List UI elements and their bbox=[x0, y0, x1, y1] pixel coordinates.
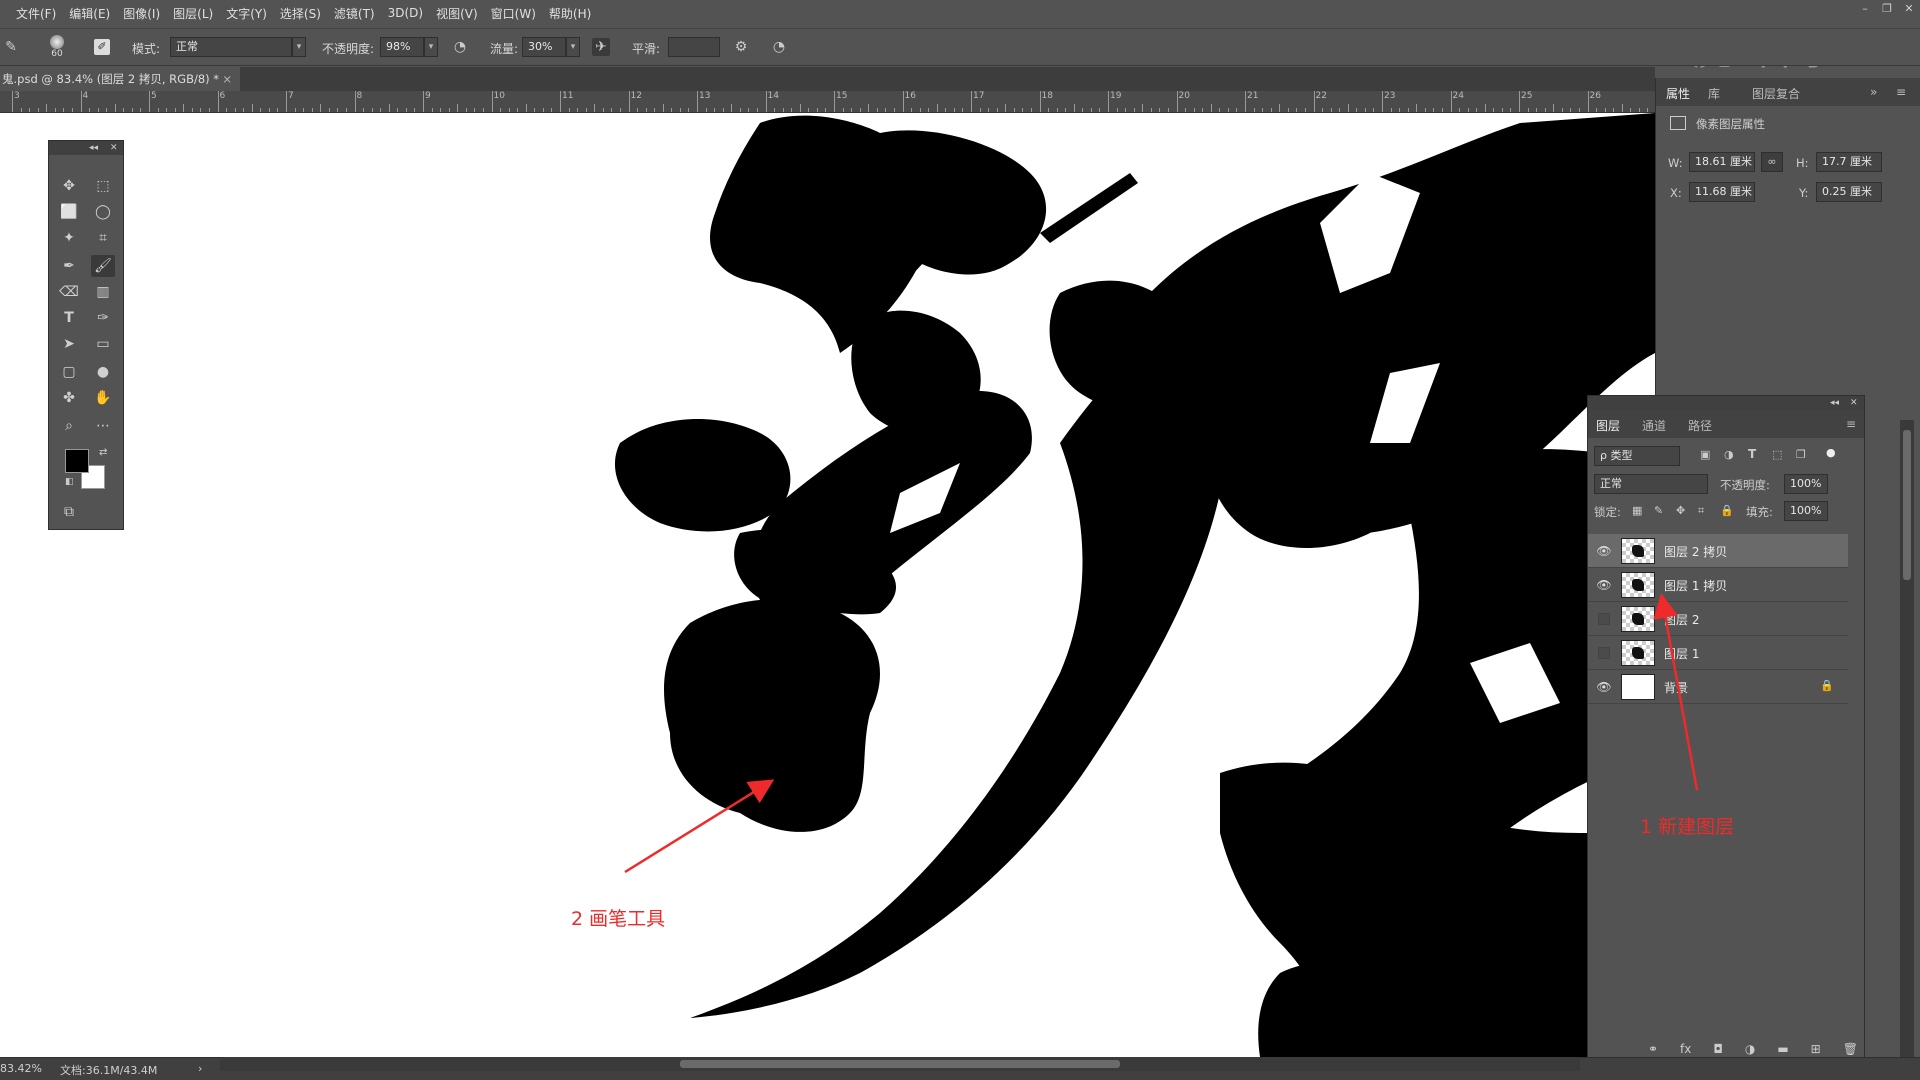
arrow-to-canvas bbox=[624, 779, 775, 874]
annotation-arrows bbox=[624, 593, 1699, 874]
arrow-to-layers bbox=[1653, 593, 1699, 791]
annotation-new-layer: 1 新建图层 bbox=[1640, 816, 1735, 838]
foreground-color-swatch[interactable] bbox=[65, 449, 89, 473]
annotation-brush-tool: 2 画笔工具 bbox=[571, 908, 666, 930]
